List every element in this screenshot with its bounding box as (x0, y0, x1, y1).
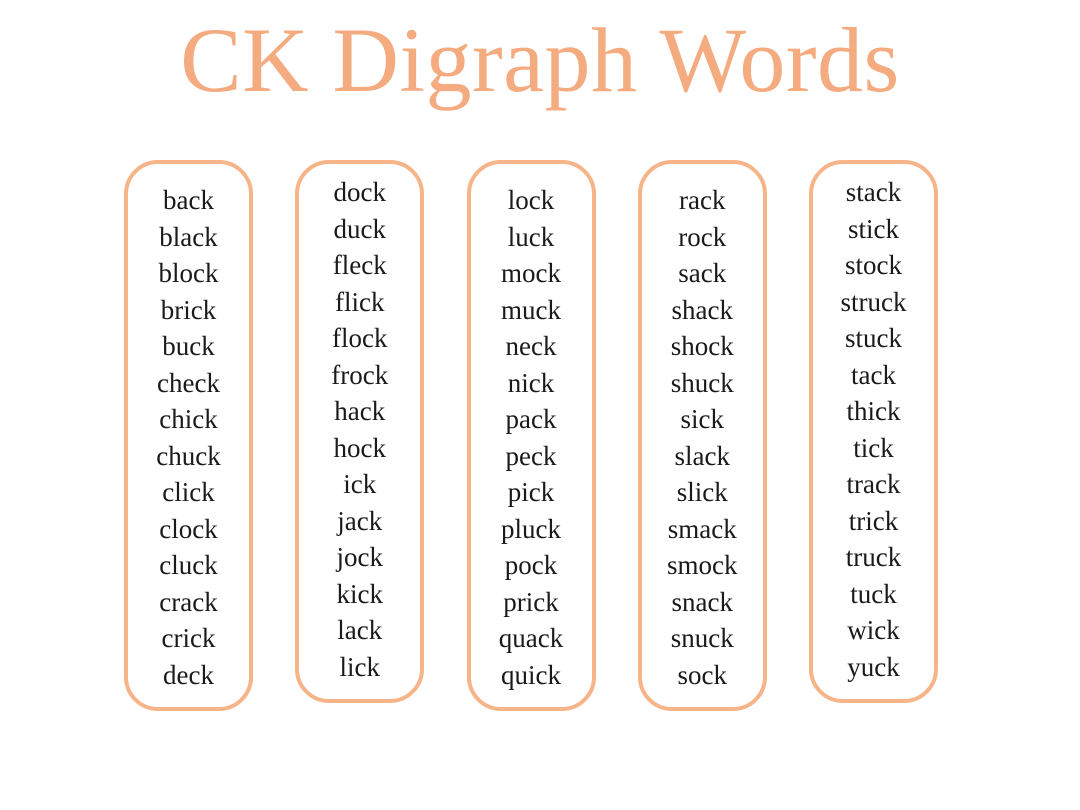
word-item: wick (847, 615, 900, 645)
word-item: jack (337, 505, 383, 536)
word-item: truck (845, 542, 902, 572)
word-item: fleck (332, 250, 387, 280)
word-item: stack (845, 177, 902, 207)
word-item: jock (336, 542, 384, 572)
word-item: cluck (159, 550, 218, 580)
word-item: stuck (845, 323, 902, 353)
word-item: smock (667, 550, 738, 580)
word-item: stock (845, 250, 902, 280)
word-item: crick (161, 623, 216, 653)
word-item: trick (848, 505, 899, 536)
word-box-column-5: stack stick stock struck stuck tack thick tick t… (809, 160, 938, 703)
word-item: shack (671, 294, 733, 325)
word-item: buck (162, 331, 215, 361)
word-item: slick (676, 477, 728, 507)
word-item: quick (501, 659, 561, 690)
word-item: pock (504, 550, 558, 580)
word-item: tick (853, 432, 894, 463)
word-item: click (162, 477, 215, 507)
word-item: duck (333, 213, 386, 244)
word-item: ick (343, 469, 377, 499)
word-item: thick (846, 396, 901, 426)
word-item: muck (501, 294, 561, 325)
word-item: frock (331, 359, 389, 390)
word-box-column-1: back black block brick buck check chick chuck cl… (124, 160, 253, 711)
word-item: nick (507, 367, 555, 398)
word-item: dock (333, 177, 386, 207)
word-item: kick (336, 578, 384, 609)
word-item: shuck (670, 367, 734, 398)
word-item: black (159, 221, 218, 252)
word-item: chick (159, 404, 218, 434)
word-item: mock (501, 258, 561, 288)
page-title: CK Digraph Words (180, 9, 900, 111)
word-item: quack (498, 623, 564, 653)
word-item: hock (333, 432, 386, 463)
word-item: sack (678, 258, 727, 288)
word-box-column-2: dock duck fleck flick flock frock hack hock ick j… (295, 160, 425, 703)
word-item: check (157, 367, 220, 398)
word-item: slack (674, 440, 730, 471)
word-item: struck (840, 286, 907, 317)
word-item: yuck (847, 651, 900, 682)
word-item: block (158, 258, 219, 288)
word-box-column-3: lock luck mock muck neck nick pack peck pick pluc… (466, 160, 596, 711)
word-item: peck (505, 440, 557, 471)
word-item: chuck (156, 440, 221, 471)
word-item: smack (667, 513, 737, 544)
word-item: hack (334, 396, 386, 426)
word-columns-container: back black block brick buck check chick chuck cl… (124, 160, 938, 718)
word-box-column-4: rack rock sack shack shock shuck sick slack slic… (637, 160, 767, 711)
word-item: back (163, 185, 214, 215)
word-item: shock (670, 331, 734, 361)
word-item: clock (159, 513, 218, 544)
word-item: pluck (501, 513, 561, 544)
word-item: rock (678, 221, 727, 252)
word-item: brick (160, 294, 217, 325)
word-item: lack (337, 615, 383, 645)
word-item: pick (507, 477, 555, 507)
word-item: rack (679, 185, 726, 215)
word-item: flick (335, 286, 385, 317)
word-item: flock (332, 323, 388, 353)
word-item: lock (507, 185, 555, 215)
word-item: sock (677, 659, 728, 690)
word-item: stick (848, 213, 899, 244)
word-item: snack (671, 586, 733, 617)
word-item: neck (505, 331, 557, 361)
word-item: snuck (670, 623, 734, 653)
word-item: tuck (850, 578, 897, 609)
word-item: prick (503, 586, 559, 617)
word-item: lick (339, 651, 381, 682)
word-item: pack (505, 404, 557, 434)
word-item: crack (159, 586, 218, 617)
word-item: tack (851, 359, 896, 390)
worksheet-page: CK Digraph Words back black block brick buck… (0, 0, 1080, 810)
word-item: deck (163, 659, 214, 690)
word-item: sick (680, 404, 725, 434)
word-item: luck (507, 221, 555, 252)
word-item: track (846, 469, 901, 499)
